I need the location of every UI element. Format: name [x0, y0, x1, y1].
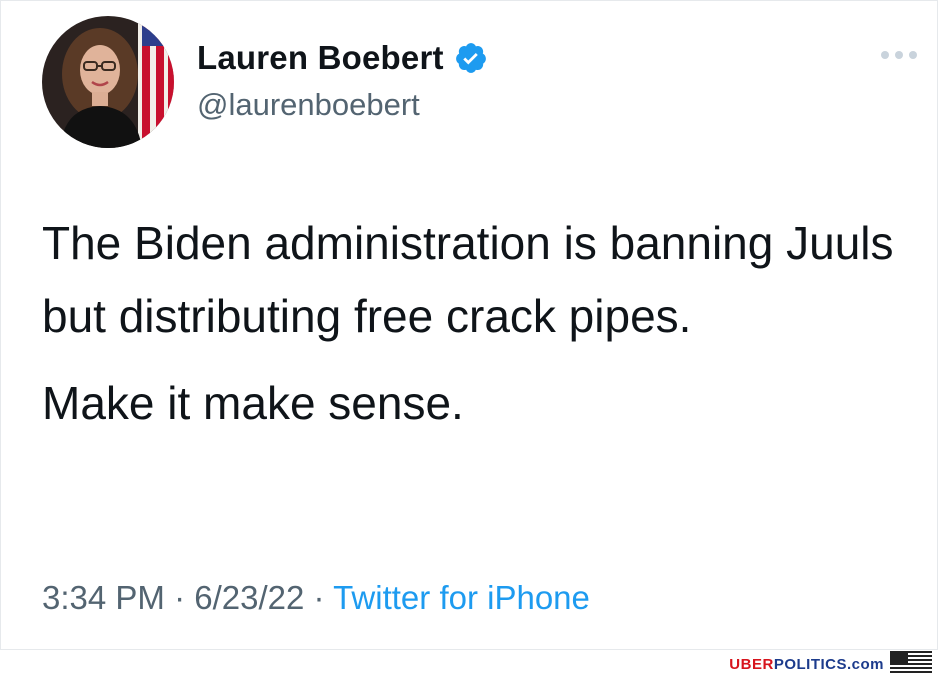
separator: ·: [313, 579, 334, 616]
user-handle[interactable]: @laurenboebert: [197, 87, 420, 123]
verified-badge-icon: [454, 41, 488, 75]
more-options-icon[interactable]: [881, 45, 925, 65]
more-dot: [881, 51, 889, 59]
tweet-source-link[interactable]: Twitter for iPhone: [333, 579, 590, 616]
watermark: UBERPOLITICS.com: [729, 650, 932, 678]
avatar-photo-icon: [42, 16, 174, 148]
tweet-card: Lauren Boebert @laurenboebert The Biden …: [0, 0, 938, 650]
profile-avatar[interactable]: [42, 16, 174, 148]
tweet-time[interactable]: 3:34 PM: [42, 579, 165, 616]
us-flag-icon: [890, 650, 932, 678]
watermark-text: UBERPOLITICS.com: [729, 656, 884, 673]
more-dot: [895, 51, 903, 59]
display-name[interactable]: Lauren Boebert: [197, 39, 488, 77]
watermark-blue: POLITICS.com: [773, 655, 884, 673]
more-dot: [909, 51, 917, 59]
display-name-text: Lauren Boebert: [197, 39, 444, 76]
separator: ·: [174, 579, 195, 616]
watermark-red: UBER: [729, 655, 774, 673]
tweet-text-paragraph: Make it make sense.: [42, 377, 464, 429]
tweet-metadata: 3:34 PM · 6/23/22 · Twitter for iPhone: [42, 579, 590, 617]
tweet-date[interactable]: 6/23/22: [194, 579, 304, 616]
tweet-text: The Biden administration is banning Juul…: [42, 207, 922, 440]
tweet-text-paragraph: The Biden administration is banning Juul…: [42, 217, 894, 342]
